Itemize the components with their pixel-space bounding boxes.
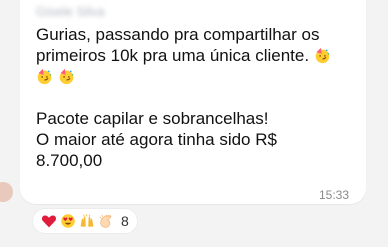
sender-avatar[interactable] <box>0 182 13 202</box>
message-line: O maior até agora tinha sido R$ <box>36 129 356 150</box>
message-line: Gurias, passando pra compartilhar os <box>36 24 356 45</box>
message-timestamp: 15:33 <box>318 188 349 202</box>
message-line-text: 8.700,00 <box>36 151 103 170</box>
partying-face-icon <box>59 68 74 85</box>
message-text: Gurias, passando pra compartilhar os pri… <box>36 24 356 171</box>
message-line: 8.700,00 <box>36 150 356 171</box>
partying-face-icon <box>315 47 330 64</box>
sender-name: Gisele Silva <box>36 4 105 19</box>
reaction-count: 8 <box>121 213 129 229</box>
message-line <box>36 66 356 87</box>
reaction-bar[interactable]: 8 <box>33 209 137 233</box>
message-line-text: Gurias, passando pra compartilhar os <box>36 25 320 44</box>
heart-eyes-icon <box>61 214 75 228</box>
clapping-hands-icon <box>99 214 112 228</box>
message-line: primeiros 10k pra uma única cliente. <box>36 45 356 66</box>
red-heart-icon <box>41 215 57 228</box>
raising-hands-icon <box>80 214 94 227</box>
paragraph-break <box>36 87 356 108</box>
message-line-text: O maior até agora tinha sido R$ <box>36 130 277 149</box>
message-line: Pacote capilar e sobrancelhas! <box>36 108 356 129</box>
message-line-text: primeiros 10k pra uma única cliente. <box>36 46 310 65</box>
partying-face-icon <box>37 68 52 85</box>
message-line-text: Pacote capilar e sobrancelhas! <box>36 109 269 128</box>
